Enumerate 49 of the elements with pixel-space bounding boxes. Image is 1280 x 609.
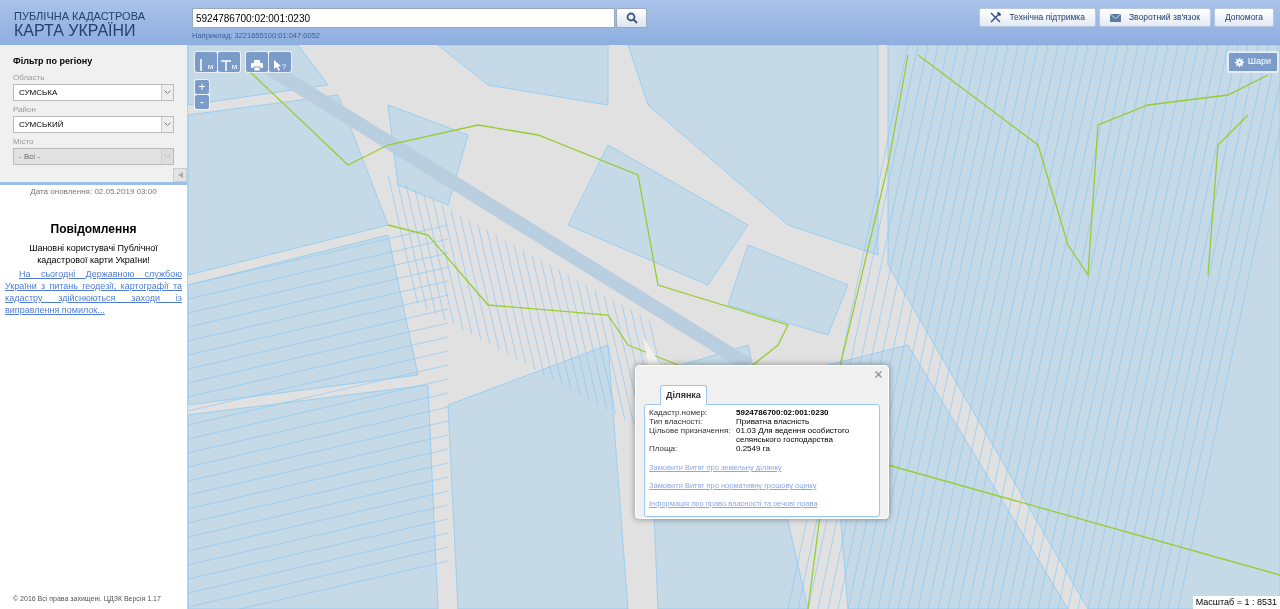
- field-label: Область: [13, 71, 46, 84]
- identify-tool-button[interactable]: ?: [269, 52, 291, 72]
- chevron-down-icon: [164, 122, 171, 126]
- update-date: Дата оновлення: 02.05.2019 03:00: [29, 186, 158, 198]
- attribute-label: Площа:: [649, 444, 679, 453]
- area-tool-button[interactable]: м: [218, 52, 240, 72]
- attribute-value: 0.2549 га: [736, 444, 770, 453]
- layers-button[interactable]: Шари: [1226, 51, 1279, 73]
- triangle-left-icon: [177, 172, 183, 178]
- attribute-label: Цільове призначення:: [649, 426, 732, 437]
- tools-icon: [990, 12, 1002, 23]
- print-tool-button[interactable]: [246, 52, 268, 72]
- zoom-in-button[interactable]: +: [195, 80, 209, 94]
- print-icon: [251, 60, 263, 71]
- field-label: Район: [13, 103, 37, 116]
- field-label: Місто: [13, 135, 35, 148]
- popup-tab[interactable]: Ділянка: [660, 385, 707, 405]
- cursor-icon: [273, 60, 281, 71]
- logo-text: КАРТА УКРАЇНИ: [14, 23, 137, 39]
- close-icon: [874, 370, 882, 378]
- distance-tool-button[interactable]: м: [195, 52, 217, 72]
- feedback-button[interactable]: Зворотний зв'язок: [1099, 8, 1211, 27]
- help-button[interactable]: Допомога: [1213, 8, 1274, 27]
- chevron-down-icon: [164, 154, 171, 158]
- attribute-value: 01.03 Для ведення особистого селянського господарства: [736, 426, 851, 444]
- attribute-value: 5924786700:02:001:0230: [736, 408, 829, 417]
- scale-label: Масштаб = 1 : 8531: [1192, 596, 1280, 609]
- attribute-value: Приватна власність: [736, 417, 810, 426]
- zoom-out-button[interactable]: -: [195, 95, 209, 109]
- dropdown-field[interactable]: СУМСЬКА: [13, 83, 174, 101]
- close-button[interactable]: [873, 369, 883, 379]
- envelope-icon: [1110, 13, 1121, 22]
- chevron-down-icon: [164, 90, 171, 94]
- cadastral-map-drawing[interactable]: [188, 45, 1280, 609]
- attribute-label: Кадастр.номер:: [649, 408, 709, 417]
- search-button[interactable]: [616, 8, 647, 28]
- search-icon: [625, 12, 638, 24]
- ruler-area-icon: [220, 59, 231, 71]
- gear-icon: [1234, 57, 1244, 67]
- notice-link[interactable]: На сьогодні Державною службою України з питань геодезії, картографії та кадастру здійснюються заходи із виправлення помилок...: [0, 268, 187, 316]
- notice-text: Шановні користувачі Публічної кадастрової карти України!: [28, 242, 159, 266]
- attribute-label: Тип власності:: [649, 417, 704, 426]
- logo-text: ПУБЛІЧНА КАДАСТРОВА: [14, 11, 146, 22]
- dropdown-field[interactable]: СУМСЬКИЙ: [13, 115, 174, 133]
- collapse-button[interactable]: [173, 168, 187, 182]
- support-button[interactable]: Технічна підтримка: [979, 8, 1096, 27]
- search-field[interactable]: 5924786700:02:001:0230: [192, 8, 615, 28]
- filter-title: Фільтр по регіону: [13, 55, 94, 68]
- notice-title: Повідомлення: [49, 221, 138, 238]
